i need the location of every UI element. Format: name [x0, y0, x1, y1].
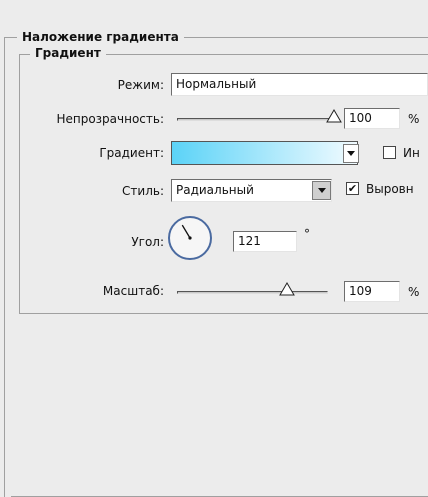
mode-select[interactable]: Нормальный	[171, 73, 428, 96]
opacity-label: Непрозрачность:	[56, 112, 164, 126]
angle-unit: °	[304, 227, 310, 241]
outer-group-left-line	[4, 37, 5, 497]
style-dropdown-button[interactable]	[312, 181, 331, 200]
scale-slider-thumb[interactable]	[279, 282, 296, 296]
inner-group-legend: Градиент	[30, 46, 106, 60]
style-select[interactable]: Радиальный	[171, 179, 332, 202]
mode-label: Режим:	[117, 78, 164, 92]
chevron-down-icon	[317, 188, 326, 193]
angle-value-input[interactable]: 121	[233, 231, 297, 252]
opacity-value-input[interactable]: 100	[344, 108, 400, 129]
align-checkbox[interactable]: ✔	[346, 182, 359, 195]
gradient-dropdown-button[interactable]	[343, 144, 359, 163]
scale-unit: %	[408, 285, 420, 299]
gradient-label: Градиент:	[99, 146, 164, 160]
angle-label: Угол:	[131, 235, 164, 249]
opacity-slider-track[interactable]	[177, 118, 334, 121]
invert-label: Ин	[403, 146, 420, 160]
gradient-preview[interactable]	[171, 141, 358, 165]
scale-value-input[interactable]: 109	[344, 281, 400, 302]
opacity-slider-thumb[interactable]	[326, 109, 342, 123]
chevron-down-icon	[347, 151, 355, 156]
scale-label: Масштаб:	[102, 284, 164, 298]
angle-dial[interactable]	[166, 214, 214, 262]
align-label: Выровн	[366, 182, 414, 196]
invert-checkbox[interactable]	[383, 146, 396, 159]
outer-group-legend: Наложение градиента	[17, 30, 184, 44]
style-label: Стиль:	[122, 184, 164, 198]
opacity-unit: %	[408, 112, 420, 126]
scale-slider-track[interactable]	[177, 291, 328, 294]
